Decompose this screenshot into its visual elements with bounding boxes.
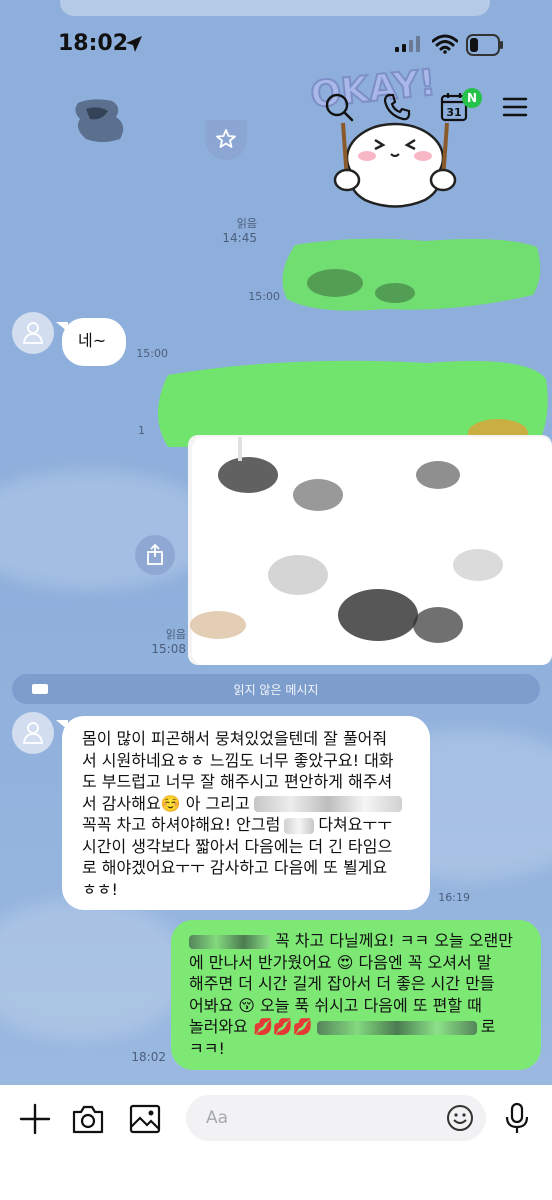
redacted-photo-message[interactable]: [148, 355, 552, 665]
message-input[interactable]: [186, 1095, 486, 1141]
read-label: 읽음: [165, 628, 186, 641]
message-time-2: 15:00: [248, 290, 280, 303]
message-bubble-long[interactable]: 몸이 많이 피곤해서 뭉쳐있었을텐데 잘 풀어줘 서 시원하네요ㅎㅎ 느낌도 너…: [62, 716, 430, 910]
share-button[interactable]: [135, 535, 175, 575]
calendar-new-badge: N: [462, 88, 482, 108]
message-line-row: 꼭 차고 다닐께요! ㅋㅋ 오늘 오랜만: [189, 930, 523, 952]
message-line: 로 해야겠어요ㅜㅜ 감사하고 다음에 또 뵐게요: [82, 858, 388, 877]
message-line: 도 부드럽고 너무 잘 해주시고 편안하게 해주셔: [82, 772, 393, 791]
friend-avatar[interactable]: [12, 312, 54, 354]
chat-title-redacted: [75, 99, 124, 142]
message-line-row: 놀러와요 💋💋💋 로: [189, 1016, 523, 1038]
message-bubble-ne[interactable]: 네~: [62, 318, 126, 366]
camera-icon[interactable]: [70, 1101, 106, 1137]
bunny-sticker: [333, 122, 457, 208]
redacted-text: [189, 934, 271, 949]
redacted-text: [253, 796, 402, 812]
message-line: 어봐요 😚 오늘 푹 쉬시고 다음에 또 편할 때: [189, 995, 482, 1015]
message-line: 서 시원하네요ㅎㅎ 느낌도 너무 좋았구요! 대화: [82, 750, 394, 770]
message-line: 몸이 많이 피곤해서 뭉쳐있었을텐데 잘 풀어줘: [82, 729, 388, 748]
message-line: 꼭꼭 차고 하셔야해요! 안그럼: [82, 815, 281, 834]
message-line: 다쳐요ㅜㅜ: [318, 815, 392, 834]
status-time: 18:02: [58, 31, 129, 56]
battery-icon: [466, 34, 503, 56]
message-line: ㅋㅋ!: [189, 1038, 225, 1058]
notification-pill: [60, 0, 490, 16]
unread-messages-divider: 읽지 않은 메시지: [12, 674, 540, 704]
read-receipt-4: 읽음 15:08: [146, 628, 186, 656]
message-line: 꼭 차고 다닐께요! ㅋㅋ 오늘 오랜만: [275, 931, 513, 950]
person-icon: [23, 322, 43, 344]
message-line: 로: [480, 1017, 496, 1036]
message-time: 14:45: [222, 231, 257, 245]
person-icon: [23, 722, 43, 744]
redacted-text: [316, 1020, 477, 1035]
message-line: ㅎㅎ!: [82, 879, 118, 899]
redacted-image-message: [282, 238, 541, 311]
truncated-digit: 1: [138, 424, 145, 437]
message-line: 시간이 생각보다 짧아서 다음에는 더 긴 타임으: [82, 836, 393, 856]
redacted-text: [284, 817, 315, 834]
location-arrow-icon: [126, 36, 142, 52]
share-icon: [147, 544, 163, 565]
friend-avatar-2[interactable]: [12, 712, 54, 754]
plus-icon[interactable]: [17, 1101, 53, 1137]
message-time-6: 18:02: [131, 1050, 166, 1064]
message-line-row: 꼭꼭 차고 하셔야해요! 안그럼 다쳐요ㅜㅜ: [82, 814, 412, 836]
message-line: 에 만나서 반가웠어요 😍 다음엔 꼭 오셔서 말: [189, 952, 492, 972]
message-line: 놀러와요 💋💋💋: [189, 1017, 313, 1036]
read-receipt-1: 읽음 14:45: [205, 217, 257, 245]
message-bubble-reply[interactable]: 꼭 차고 다닐께요! ㅋㅋ 오늘 오랜만 에 만나서 반가웠어요 😍 다음엔 꼭…: [171, 920, 541, 1070]
read-label: 읽음: [236, 217, 257, 230]
wifi-icon: [432, 34, 458, 54]
microphone-icon[interactable]: [503, 1102, 531, 1134]
gallery-image-icon[interactable]: [127, 1101, 163, 1137]
message-line: 서 감사해요☺️ 아 그리고: [82, 793, 250, 813]
unread-divider-label: 읽지 않은 메시지: [233, 683, 319, 697]
message-time: 15:08: [151, 642, 186, 656]
message-input-bar: [0, 1085, 552, 1200]
menu-icon[interactable]: [500, 92, 530, 122]
message-time-5: 16:19: [438, 891, 470, 904]
emoji-icon[interactable]: [446, 1104, 474, 1132]
message-line: 해주면 더 시간 길게 잡아서 더 좋은 시간 만들: [189, 974, 495, 993]
message-line-row: 서 감사해요☺️ 아 그리고: [82, 793, 412, 815]
keyboard-edge: [0, 1185, 552, 1200]
star-icon: [216, 129, 236, 148]
cellular-signal-icon: [395, 36, 420, 52]
favorite-star-button[interactable]: [205, 120, 247, 160]
